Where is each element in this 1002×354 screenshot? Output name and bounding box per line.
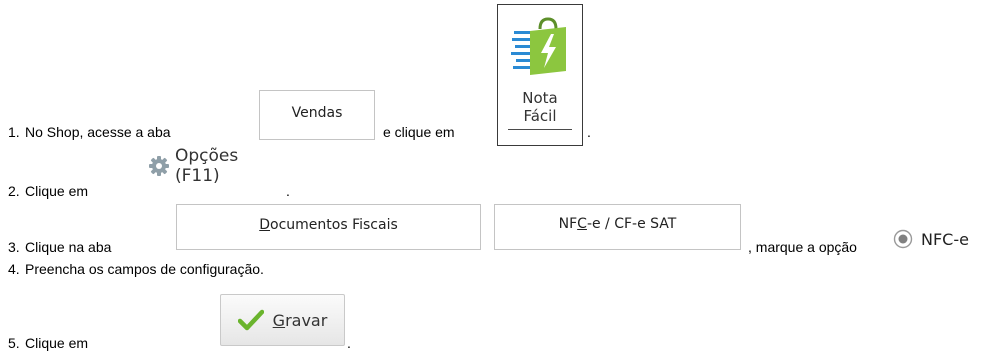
step-number: 3.	[8, 239, 20, 255]
step-text: .	[286, 183, 290, 199]
step-number: 1.	[8, 124, 20, 140]
checkmark-icon	[237, 309, 264, 331]
nfce-radio[interactable]: NFC-e	[893, 227, 969, 251]
nota-facil-button[interactable]: Nota Fácil	[497, 4, 583, 146]
tab-nfce-cfe-sat[interactable]: NFC-e / CF-e SAT	[494, 204, 741, 250]
step-text: .	[587, 124, 591, 140]
step-text: Clique em	[25, 335, 89, 351]
gear-icon	[149, 156, 169, 176]
step-text: Clique na aba	[25, 239, 112, 255]
step-text: Clique em	[25, 183, 89, 199]
tab-vendas-label: Vendas	[291, 105, 343, 121]
divider	[508, 129, 572, 130]
radio-selected-icon	[893, 229, 913, 249]
step-text: Preencha os campos de configuração.	[25, 261, 264, 277]
step-number: 2.	[8, 183, 20, 199]
step-text: , marque a opção	[748, 239, 857, 255]
nota-label-line1: Nota	[522, 89, 558, 107]
shopping-bag-lightning-icon	[511, 17, 566, 75]
gravar-button[interactable]: Gravar	[220, 294, 345, 346]
tab-documentos-fiscais[interactable]: Documentos Fiscais	[176, 204, 481, 250]
tab-nfce-label: NFC-e / CF-e SAT	[558, 216, 677, 232]
step-text: .	[347, 335, 351, 351]
step-number: 5.	[8, 335, 20, 351]
step-text: e clique em	[383, 124, 455, 140]
tab-documentos-label: Documentos Fiscais	[259, 217, 398, 233]
tab-vendas[interactable]: Vendas	[259, 90, 375, 140]
nota-label-line2: Fácil	[523, 107, 557, 125]
opcoes-label: Opções (F11)	[175, 146, 239, 186]
step-number: 4.	[8, 261, 20, 277]
opcoes-button[interactable]: Opções (F11)	[149, 146, 279, 186]
gravar-label: Gravar	[272, 310, 328, 330]
nfce-radio-label: NFC-e	[921, 229, 969, 249]
step-text: No Shop, acesse a aba	[25, 124, 171, 140]
